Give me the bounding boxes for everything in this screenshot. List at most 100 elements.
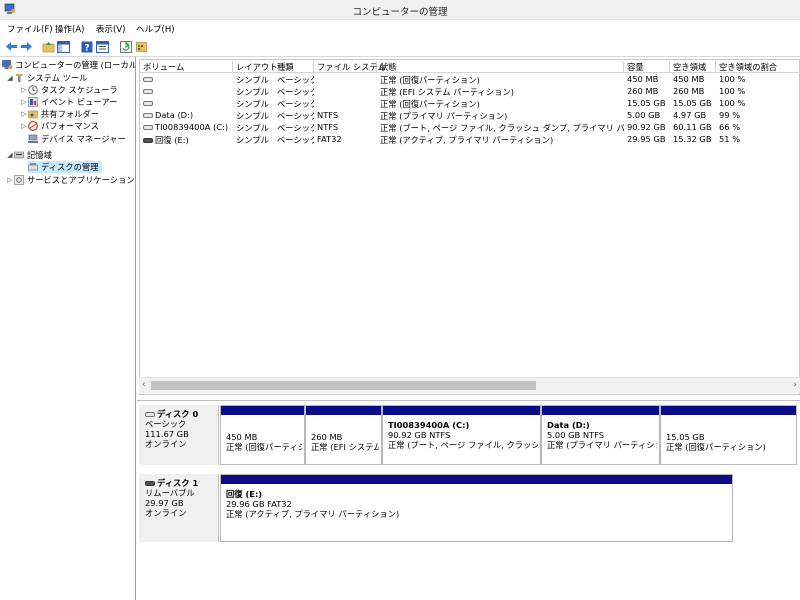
cell-type: ベーシック (277, 99, 314, 109)
table-row[interactable]: TI00839400A (C:) シンプル ベーシック NTFS 正常 (ブート… (140, 122, 799, 134)
expand-arrow-icon[interactable]: ▷ (20, 86, 28, 94)
menu-bar: ファイル(F) 操作(A) 表示(V) ヘルプ(H) (0, 20, 800, 37)
column-header-filesystem[interactable]: ファイル システム (314, 61, 386, 73)
disk-graphical-view: ディスク 0 ベーシック 111.67 GB オンライン 450 MB 正常 (… (137, 400, 800, 600)
menu-action[interactable]: 操作(A) (55, 23, 84, 35)
partition-status: 正常 (ブート, ページ ファイル, クラッシュ ダンプ, プライマリ パーティ… (388, 440, 538, 450)
disk-icon (143, 101, 153, 106)
disk-0-label[interactable]: ディスク 0 ベーシック 111.67 GB オンライン (139, 405, 219, 465)
cell-layout: シンプル (236, 111, 269, 121)
disk-type: ベーシック (145, 419, 187, 429)
expand-arrow-icon[interactable]: ◢ (6, 74, 14, 82)
removable-disk-icon (145, 481, 155, 486)
cell-free: 450 MB (673, 74, 705, 84)
tree-item-label: デバイス マネージャー (41, 134, 126, 144)
expand-arrow-icon[interactable]: ▷ (6, 176, 14, 184)
tree-item-system-tools[interactable]: ◢ システム ツール (6, 72, 87, 84)
column-header-type[interactable]: 種類 (274, 61, 314, 73)
tree-item-device-manager[interactable]: デバイス マネージャー (28, 133, 126, 145)
menu-file[interactable]: ファイル(F) (7, 23, 53, 35)
column-header-free-space[interactable]: 空き領域 (670, 61, 716, 73)
disk-size: 29.97 GB (145, 498, 184, 508)
table-row[interactable]: シンプル ベーシック 正常 (EFI システム パーティション) 260 MB … (140, 86, 799, 98)
cell-free-percent: 100 % (719, 86, 746, 96)
tree-item-disk-management[interactable]: ディスクの管理 (28, 161, 102, 173)
cell-free-percent: 51 % (719, 134, 741, 144)
scroll-left-icon[interactable]: ‹ (142, 380, 146, 390)
partition-disk0-2[interactable]: 260 MB 正常 (EFI システム パーティション) (305, 405, 382, 465)
event-viewer-icon (28, 97, 39, 107)
partition-disk0-1[interactable]: 450 MB 正常 (回復パーティション) (220, 405, 305, 465)
menu-view[interactable]: 表示(V) (96, 23, 125, 35)
partition-bar (383, 406, 540, 415)
tree-item-label: システム ツール (27, 73, 88, 83)
menu-help[interactable]: ヘルプ(H) (136, 23, 175, 35)
disk-icon (145, 412, 155, 417)
svg-text:?: ? (84, 43, 89, 53)
back-arrow-icon[interactable] (5, 40, 18, 53)
tree-item-label: パフォーマンス (41, 121, 99, 131)
column-header-free-percent[interactable]: 空き領域の割合 (716, 61, 799, 73)
tree-item-services-applications[interactable]: ▷ サービスとアプリケーション (6, 174, 134, 186)
tree-item-label: タスク スケジューラ (41, 85, 118, 95)
cell-capacity: 90.92 GB (627, 122, 666, 132)
partition-bar (221, 406, 304, 415)
up-folder-icon[interactable] (42, 40, 55, 53)
shared-folder-icon (28, 109, 39, 119)
show-hide-tree-icon[interactable] (57, 40, 70, 53)
disk-icon (143, 77, 153, 82)
partition-disk0-5[interactable]: 15.05 GB 正常 (回復パーティション) (660, 405, 797, 465)
partition-title: Data (D:) (547, 420, 590, 430)
partition-status: 正常 (回復パーティション) (226, 442, 302, 452)
column-header-layout[interactable]: レイアウト (233, 61, 278, 73)
table-row[interactable]: Data (D:) シンプル ベーシック NTFS 正常 (プライマリ パーティ… (140, 110, 799, 122)
partition-size: 5.00 GB NTFS (547, 430, 605, 440)
clock-icon (28, 85, 39, 95)
scrollbar-thumb[interactable] (151, 381, 536, 390)
partition-size: 15.05 GB (666, 432, 705, 442)
horizontal-scrollbar[interactable]: ‹ › (139, 377, 800, 393)
help-icon[interactable]: ? (80, 40, 93, 53)
partition-disk1-e[interactable]: 回復 (E:) 29.96 GB FAT32 正常 (アクティブ, プライマリ … (220, 474, 733, 542)
scroll-right-icon[interactable]: › (793, 380, 797, 390)
tree-item-event-viewer[interactable]: ▷ イベント ビューアー (20, 96, 117, 108)
cell-type: ベーシック (277, 75, 314, 85)
expand-arrow-icon[interactable]: ▷ (20, 122, 28, 130)
cell-layout: シンプル (236, 99, 269, 109)
partition-size: 450 MB (226, 432, 258, 442)
disk-icon (143, 113, 153, 118)
expand-arrow-icon[interactable]: ▷ (20, 98, 28, 106)
column-header-status[interactable]: 状態 (377, 61, 624, 73)
table-row[interactable]: シンプル ベーシック 正常 (回復パーティション) 15.05 GB 15.05… (140, 98, 799, 110)
tree-item-storage[interactable]: ◢ 記憶域 (6, 149, 52, 161)
cell-filesystem: NTFS (317, 110, 339, 120)
partition-disk0-c[interactable]: TI00839400A (C:) 90.92 GB NTFS 正常 (ブート, … (382, 405, 541, 465)
partition-disk0-d[interactable]: Data (D:) 5.00 GB NTFS 正常 (プライマリ パーティション… (541, 405, 660, 465)
expand-arrow-icon[interactable]: ◢ (6, 151, 14, 159)
partition-status: 正常 (アクティブ, プライマリ パーティション) (226, 509, 400, 519)
table-row[interactable]: シンプル ベーシック 正常 (回復パーティション) 450 MB 450 MB … (140, 74, 799, 86)
table-row[interactable]: 回復 (E:) シンプル ベーシック FAT32 正常 (アクティブ, プライマ… (140, 134, 799, 146)
tree-item-task-scheduler[interactable]: ▷ タスク スケジューラ (20, 84, 118, 96)
column-header-capacity[interactable]: 容量 (624, 61, 670, 73)
cell-filesystem: NTFS (317, 122, 339, 132)
tree-item-label: 共有フォルダー (41, 109, 100, 119)
tree-item-label: コンピューターの管理 (ローカル) (15, 60, 136, 70)
tree-item-performance[interactable]: ▷ パフォーマンス (20, 120, 99, 132)
properties-icon[interactable] (96, 40, 109, 53)
tree-item-label: 記憶域 (27, 150, 52, 160)
expand-arrow-icon[interactable]: ▷ (20, 110, 28, 118)
refresh-icon[interactable] (119, 40, 132, 53)
tree-item-computer-management[interactable]: コンピューターの管理 (ローカル) (2, 59, 136, 71)
forward-arrow-icon[interactable] (20, 40, 33, 53)
title-bar: コンピューターの管理 (0, 0, 800, 20)
tree-item-shared-folders[interactable]: ▷ 共有フォルダー (20, 108, 99, 120)
partition-size: 90.92 GB NTFS (388, 430, 451, 440)
volume-list-header: ボリューム レイアウト 種類 ファイル システム 状態 容量 空き領域 空き領域… (140, 60, 799, 73)
disk-state: オンライン (145, 508, 187, 518)
cell-status: 正常 (アクティブ, プライマリ パーティション) (380, 135, 554, 145)
cell-status: 正常 (ブート, ページ ファイル, クラッシュ ダンプ, プライマリ パーティ… (380, 123, 624, 133)
column-header-volume[interactable]: ボリューム (140, 61, 233, 73)
export-icon[interactable] (135, 40, 148, 53)
disk-1-label[interactable]: ディスク 1 リムーバブル 29.97 GB オンライン (139, 474, 219, 542)
